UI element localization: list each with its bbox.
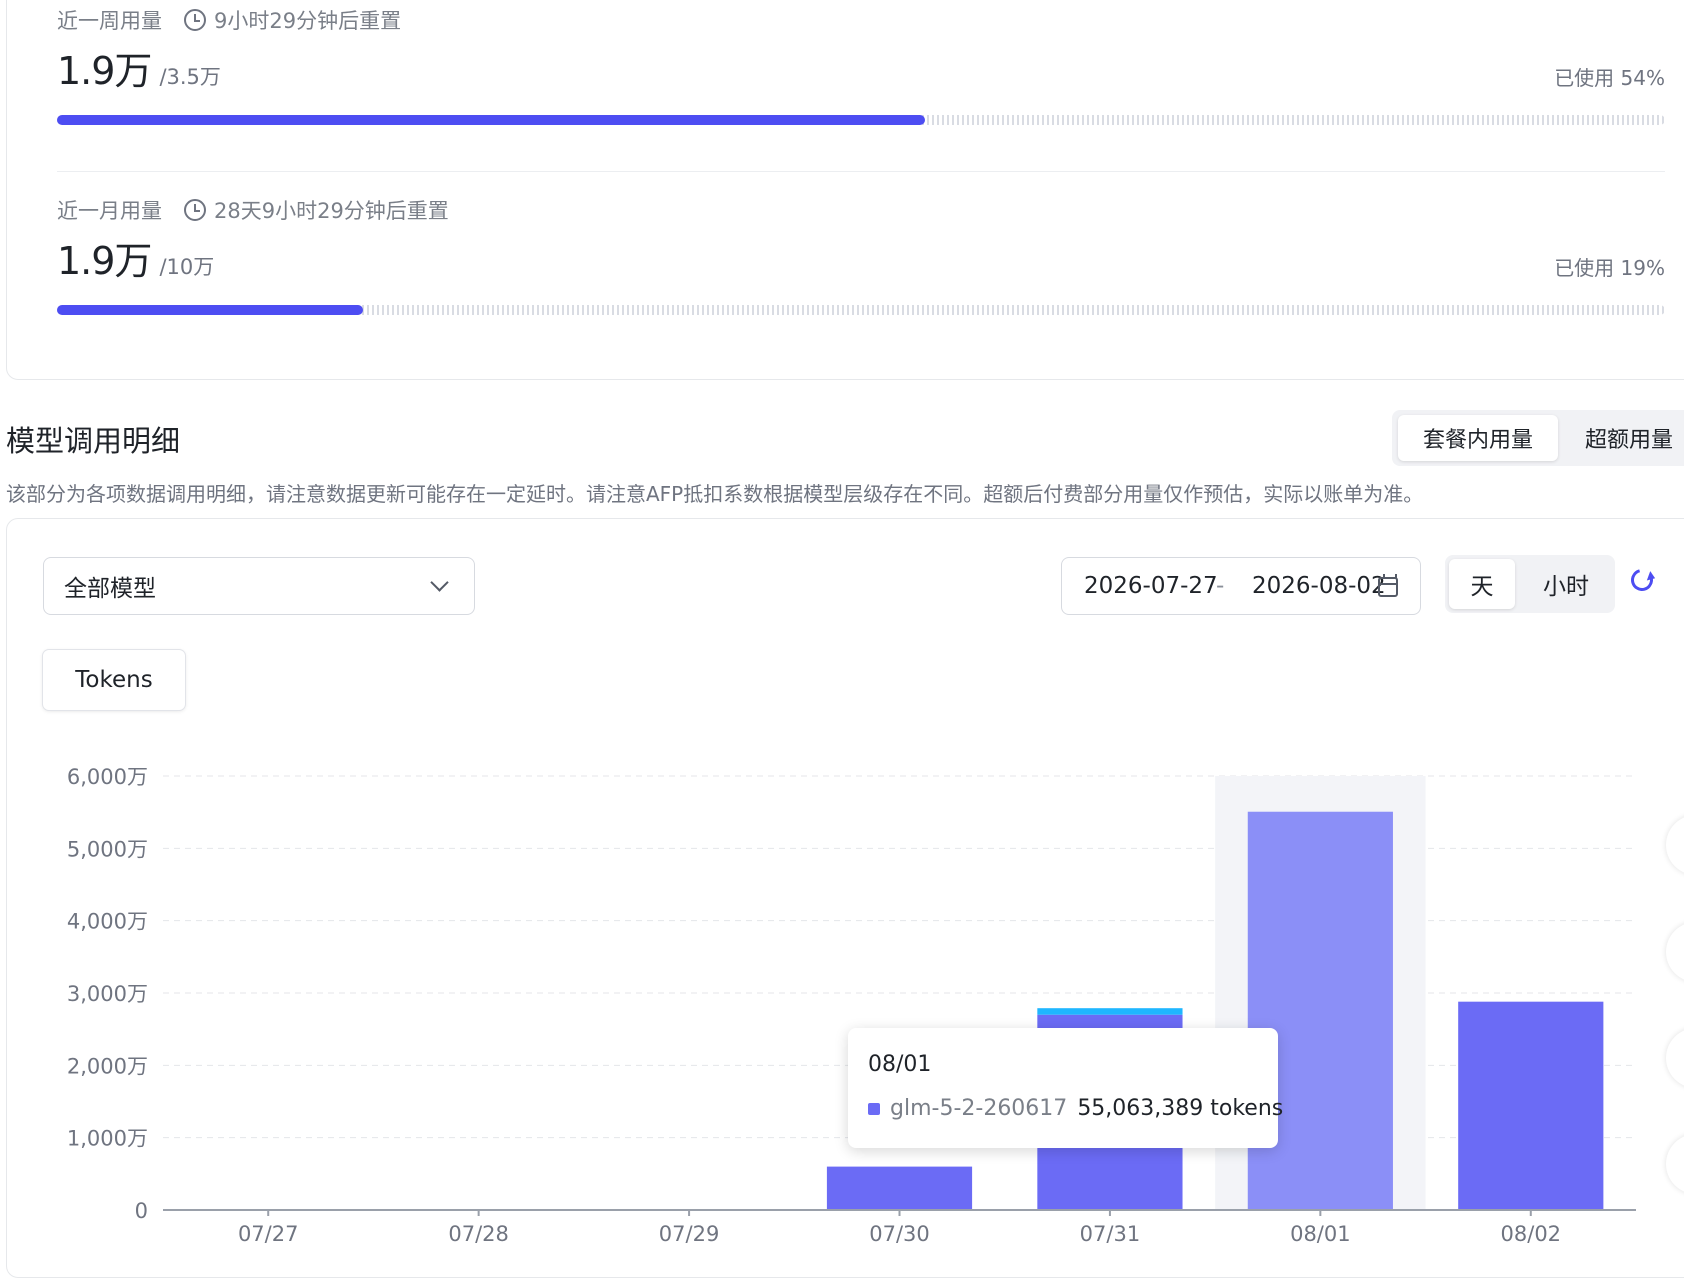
y-tick-label: 1,000万	[67, 1127, 148, 1151]
bar	[826, 1166, 973, 1210]
x-tick-label: 08/02	[1501, 1222, 1562, 1246]
bar	[1247, 811, 1393, 1210]
x-tick-label: 07/31	[1080, 1222, 1141, 1246]
y-tick-label: 4,000万	[67, 910, 148, 934]
x-tick-label: 07/28	[448, 1222, 509, 1246]
y-tick-label: 3,000万	[67, 982, 148, 1006]
y-tick-label: 0	[135, 1199, 148, 1223]
bar	[1458, 1001, 1604, 1210]
x-tick-label: 08/01	[1290, 1222, 1351, 1246]
x-tick-label: 07/29	[659, 1222, 720, 1246]
x-tick-label: 07/30	[869, 1222, 930, 1246]
bar	[1037, 1008, 1183, 1015]
tooltip-series-name: glm-5-2-260617	[890, 1096, 1068, 1121]
tooltip-series-swatch	[868, 1102, 880, 1115]
y-tick-label: 5,000万	[67, 837, 148, 861]
y-tick-label: 2,000万	[67, 1054, 148, 1078]
tooltip-value: 55,063,389 tokens	[1077, 1096, 1284, 1121]
tooltip-date: 08/01	[868, 1052, 932, 1077]
chart-tooltip: 08/01 glm-5-2-260617 55,063,389 tokens	[848, 1028, 1283, 1148]
x-tick-label: 07/27	[238, 1222, 299, 1246]
token-bar-chart: 0 1,000万 2,000万 3,000万 4,000万 5,000万 6,000万 07/…	[67, 765, 1636, 1246]
y-tick-label: 6,000万	[67, 765, 148, 789]
